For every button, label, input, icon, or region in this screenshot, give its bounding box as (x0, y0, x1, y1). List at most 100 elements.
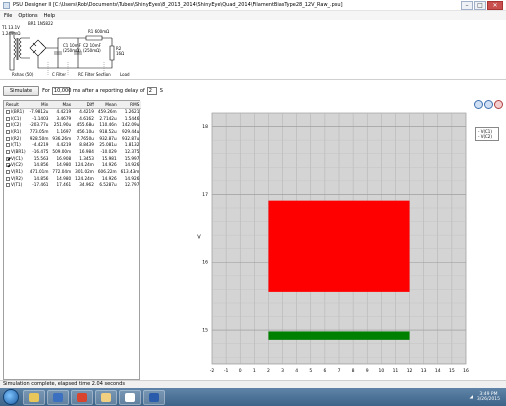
result-mean-cell: 459.26m (97, 109, 117, 115)
table-row[interactable]: V(T1) -17.461 17.461 34.962 6.5287u 12.797 (4, 182, 141, 189)
taskbar-app-chrome[interactable] (71, 389, 93, 405)
table-row[interactable]: I(C2) -203.77u 251.90u 455.68u 110.46n 142.09… (4, 121, 141, 128)
result-max-cell: 4.4219 (56, 142, 72, 148)
explorer-icon (29, 392, 39, 402)
result-checkbox[interactable] (6, 136, 10, 141)
maximize-icon[interactable]: □ (474, 0, 486, 10)
x-tick-label: 9 (366, 368, 369, 374)
delay-input[interactable]: 2 (146, 87, 157, 95)
after-label: ms after a reporting delay of (72, 88, 145, 94)
result-mean-cell: 2.7142u (99, 115, 117, 121)
zoom-out-icon[interactable] (484, 100, 493, 109)
taskbar-app-folder[interactable] (95, 389, 117, 405)
result-checkbox[interactable] (6, 163, 10, 168)
result-checkbox[interactable] (6, 143, 10, 148)
table-row[interactable]: V(C1) 15.563 16.908 1.3453 15.981 15.997 (4, 155, 141, 162)
results-body: I(BR1) -7.9812u 4.4219 4.4219 459.26m 1.2621 I… (4, 108, 141, 188)
result-checkbox[interactable] (6, 110, 10, 115)
result-name: I(R2) (11, 135, 22, 141)
table-row[interactable]: V(R2) 14.856 14.980 124.24m 14.926 14.926 (4, 175, 141, 182)
result-checkbox[interactable] (6, 183, 10, 188)
table-row[interactable]: I(R2) 928.50m 936.26m 7.7650u 932.87u 932.87u (4, 135, 141, 142)
legend-entry-vc2: - V(C2) (478, 134, 492, 139)
result-name: V(R1) (11, 169, 23, 175)
x-tick-label: 6 (323, 368, 326, 374)
x-tick-label: 3 (281, 368, 284, 374)
close-icon[interactable]: ✕ (487, 0, 503, 10)
result-checkbox[interactable] (6, 149, 10, 154)
y-tick-label: 16 (202, 260, 208, 266)
result-checkbox[interactable] (6, 156, 10, 161)
result-min-cell: -203.77u (29, 122, 49, 128)
result-rms-cell: 613.43m (120, 169, 140, 175)
table-row[interactable]: I(BR1) -7.9812u 4.4219 4.4219 459.26m 1.2621 (4, 108, 141, 115)
taskbar-app-media[interactable] (47, 389, 69, 405)
volume-icon[interactable]: ◢ (469, 395, 472, 400)
menu-options[interactable]: Options (18, 13, 37, 19)
minimize-icon[interactable]: – (461, 0, 473, 10)
c2-esr-label: (250mΩ) (83, 48, 101, 53)
clock[interactable]: 3:49 PM 3/26/2015 (477, 392, 500, 403)
result-name: I(T1) (11, 142, 21, 148)
col-rms[interactable]: RMS (118, 101, 142, 109)
result-name: I(BR1) (11, 109, 24, 115)
taskbar-apps (23, 389, 167, 405)
result-name-cell: V(BR1) (4, 148, 28, 155)
duration-input[interactable]: 10,000 (51, 87, 71, 95)
transformer-res-label: 1.249mΩ (2, 31, 21, 36)
result-mean-cell: 14.926 (101, 175, 117, 181)
y-axis-label: V (197, 235, 201, 241)
table-row[interactable]: V(R1) 471.01m 772.04m 301.02m 606.22m 613.43m (4, 168, 141, 175)
table-row[interactable]: I(T1) -4.4219 4.4219 8.8439 25.081u 1.8132 (4, 141, 141, 148)
result-checkbox[interactable] (6, 176, 10, 181)
result-checkbox[interactable] (6, 129, 10, 134)
folder-icon (101, 392, 111, 402)
col-result[interactable]: Result (4, 101, 28, 109)
taskbar-app-explorer[interactable] (23, 389, 45, 405)
result-min-cell: -4.4219 (32, 142, 49, 148)
zoom-in-icon[interactable] (474, 100, 483, 109)
section-label-cfilter: C Filter (52, 72, 66, 77)
result-rms-cell: 932.87u (122, 135, 140, 141)
x-tick-label: -1 (224, 368, 229, 374)
menu-help[interactable]: Help (44, 13, 55, 19)
system-tray: ◢ 3:49 PM 3/26/2015 (469, 392, 506, 403)
transformer-label: T1 13.1V (2, 25, 20, 30)
r1-label: R1 600mΩ (88, 29, 110, 34)
start-button-icon[interactable] (3, 389, 19, 405)
table-row[interactable]: I(C1) -1.1403 3.4679 4.6162 2.7142u 1.5446 (4, 115, 141, 122)
col-mean[interactable]: Mean (95, 101, 119, 109)
result-name: V(T1) (11, 182, 23, 188)
result-diff-cell: 4.6162 (79, 115, 94, 121)
col-diff[interactable]: Diff (73, 101, 96, 109)
x-tick-label: 7 (338, 368, 341, 374)
result-diff-cell: 124.24m (75, 162, 94, 168)
menu-file[interactable]: File (4, 13, 12, 19)
result-rms-cell: 1.8132 (124, 142, 140, 148)
table-row[interactable]: V(BR1) -16.475 509.00m 16.984 -10.029 12.375 (4, 148, 141, 155)
psu-icon (125, 392, 135, 402)
result-diff-cell: 8.8439 (79, 142, 94, 148)
window-title: PSU Designer II [C:\Users\Rob\Documents\… (13, 2, 343, 8)
col-max[interactable]: Max (50, 101, 74, 109)
results-header-row: Result Min Max Diff Mean RMS (4, 101, 142, 109)
table-row[interactable]: I(R1) 773.05m 1.1697 456.10u 918.52u 929.44u (4, 128, 141, 135)
taskbar-app-psu[interactable] (119, 389, 141, 405)
col-min[interactable]: Min (27, 101, 51, 109)
zoom-reset-icon[interactable] (494, 100, 503, 109)
result-checkbox[interactable] (6, 116, 10, 121)
result-max-cell: 509.00m (52, 148, 72, 154)
result-checkbox[interactable] (6, 123, 10, 128)
result-mean-cell: -10.029 (100, 148, 117, 154)
result-checkbox[interactable] (6, 170, 10, 175)
result-min-cell: 928.50m (29, 135, 49, 141)
table-row[interactable]: V(C2) 14.856 14.980 124.24m 14.926 14.926 (4, 162, 141, 169)
result-name: I(C2) (11, 122, 22, 128)
clock-date: 3/26/2015 (476, 397, 500, 402)
simulation-controls: Simulate For 10,000 ms after a reporting… (0, 84, 506, 98)
result-mean-cell: 6.5287u (99, 182, 117, 188)
simulate-button[interactable]: Simulate (3, 86, 40, 96)
x-tick-label: 15 (449, 368, 455, 374)
result-name-cell: I(BR1) (4, 108, 28, 115)
taskbar-app-word[interactable] (143, 389, 165, 405)
